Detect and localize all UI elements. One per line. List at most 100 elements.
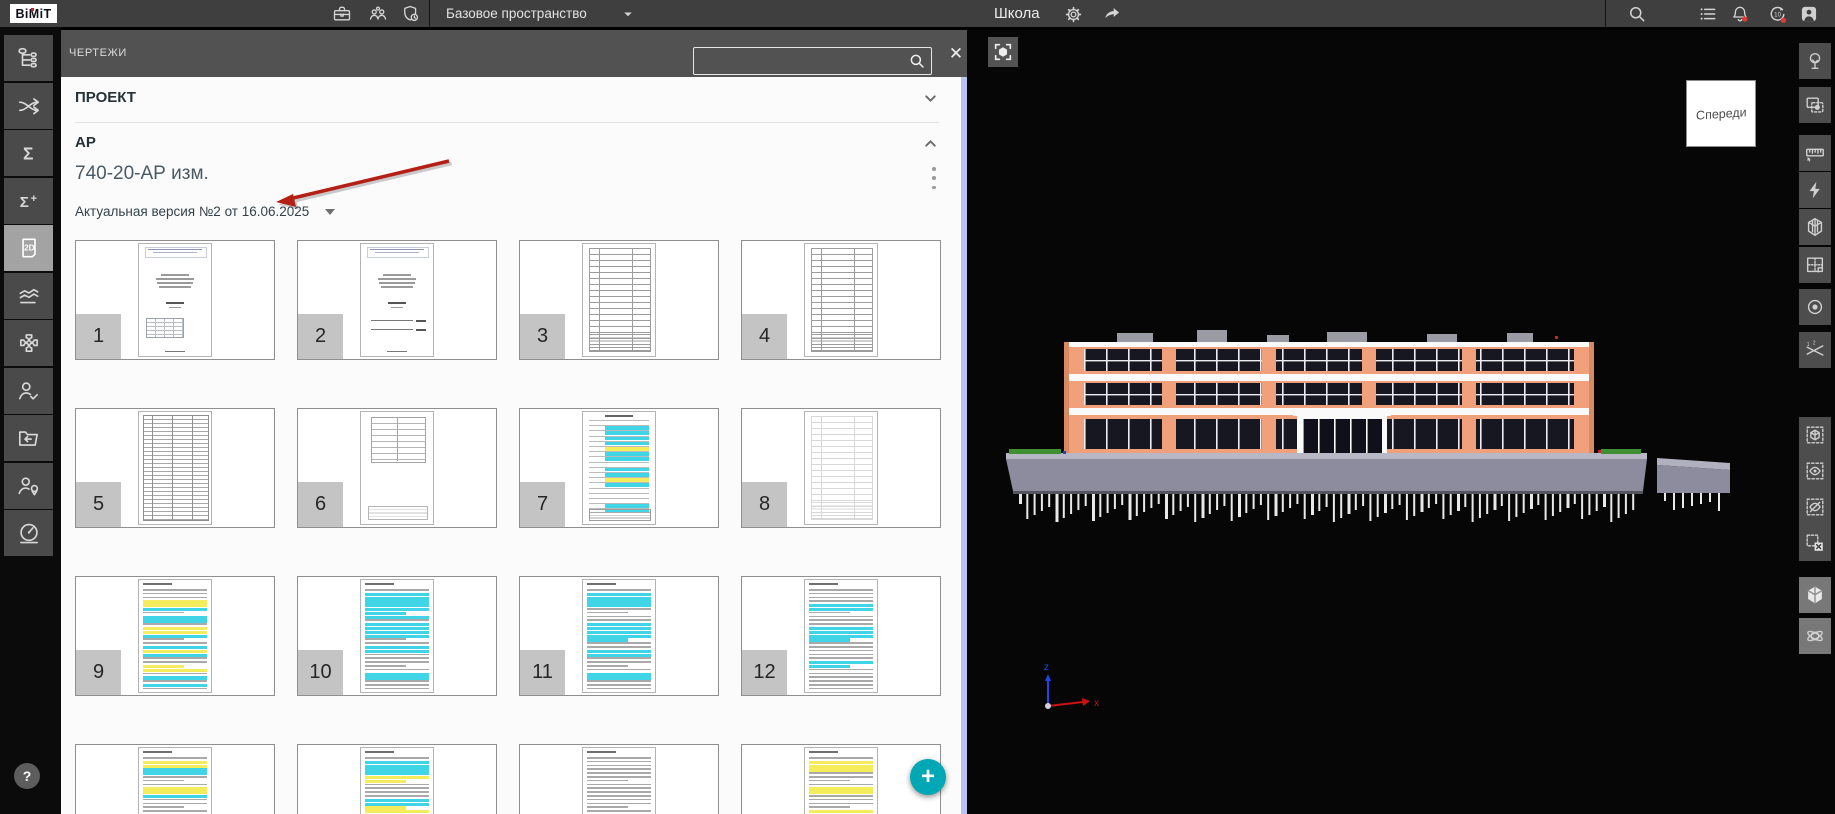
- help-button[interactable]: ?: [14, 763, 40, 789]
- bell-icon[interactable]: [1729, 3, 1751, 25]
- ruler-icon[interactable]: [1799, 135, 1831, 171]
- sidebar-item-dashboard-gauge[interactable]: [4, 510, 53, 556]
- search-icon[interactable]: [908, 52, 926, 70]
- list-icon[interactable]: [1697, 3, 1719, 25]
- caret-down-icon[interactable]: [617, 3, 639, 25]
- isolate-object-icon[interactable]: [1799, 417, 1831, 453]
- section-ar[interactable]: АР: [75, 134, 96, 151]
- page-number-badge: 7: [520, 482, 565, 527]
- drawing-page-preview: [582, 411, 656, 525]
- caret-down-icon: [325, 209, 335, 215]
- show-object-icon[interactable]: [1799, 453, 1831, 489]
- drawing-page-tile[interactable]: 10: [297, 576, 497, 696]
- version-label: Актуальная версия №2 от 16.06.2025: [75, 204, 309, 219]
- help-label: ?: [23, 768, 32, 784]
- sidebar-item-drawings-2d[interactable]: 2D: [4, 225, 53, 271]
- clear-selection-icon[interactable]: [1799, 525, 1831, 561]
- drawing-page-tile[interactable]: 3: [519, 240, 719, 360]
- document-name[interactable]: 740-20-АР изм.: [75, 163, 209, 185]
- sidebar-item-user-approvals[interactable]: [4, 368, 53, 414]
- chevron-down-icon[interactable]: [923, 91, 939, 107]
- drawings-search-box[interactable]: [693, 47, 932, 75]
- drawing-page-tile[interactable]: 7: [519, 408, 719, 528]
- sidebar-item-shared-folder[interactable]: [4, 415, 53, 461]
- sidebar-item-sum[interactable]: Σ: [4, 130, 53, 176]
- sidebar-item-plugins[interactable]: [4, 320, 53, 366]
- shield-clock-icon[interactable]: [400, 3, 422, 25]
- cube-section-icon[interactable]: [1799, 209, 1831, 245]
- drawing-page-tile[interactable]: 9: [75, 576, 275, 696]
- drawing-page-preview: [582, 243, 656, 357]
- capture-region-icon[interactable]: [1799, 87, 1831, 123]
- drawing-page-preview: [138, 243, 212, 357]
- left-sidebar: Σ Σ+ 2D: [0, 27, 61, 814]
- tree-view-icon[interactable]: [1799, 43, 1831, 79]
- drawing-page-tile[interactable]: 15: [519, 744, 719, 814]
- sidebar-item-user-location[interactable]: [4, 463, 53, 509]
- version-selector[interactable]: Актуальная версия №2 от 16.06.2025: [75, 204, 335, 219]
- briefcase-icon[interactable]: [331, 3, 353, 25]
- section-flash-icon[interactable]: [1799, 172, 1831, 208]
- sidebar-item-clash-detection[interactable]: [4, 83, 53, 129]
- project-title: Школа: [994, 0, 1040, 27]
- user-avatar-icon[interactable]: [1798, 3, 1820, 25]
- topbar-divider-right: [1605, 0, 1606, 27]
- gear-icon[interactable]: [1062, 3, 1084, 25]
- sidebar-item-charts[interactable]: [4, 273, 53, 319]
- drawings-search-input[interactable]: [694, 54, 908, 69]
- page-number-badge: 4: [742, 314, 787, 359]
- drawing-page-preview: [804, 411, 878, 525]
- history-icon[interactable]: 10: [1766, 3, 1788, 25]
- section-project[interactable]: ПРОЕКТ: [75, 89, 136, 106]
- add-button[interactable]: +: [910, 759, 946, 795]
- svg-text:2D: 2D: [24, 244, 35, 253]
- drawing-page-tile[interactable]: 6: [297, 408, 497, 528]
- drawing-page-preview: [804, 579, 878, 693]
- divider: [75, 122, 939, 123]
- drawings-panel-header: ЧЕРТЕЖИ ✕: [61, 30, 967, 77]
- shaded-view-icon[interactable]: [1799, 577, 1831, 613]
- sidebar-item-sum-add[interactable]: Σ+: [4, 178, 53, 224]
- history-count: 10: [1774, 11, 1781, 18]
- pages-grid: 12345678910111213141516: [75, 240, 945, 814]
- search-icon[interactable]: [1626, 3, 1648, 25]
- page-number-badge: 6: [298, 482, 343, 527]
- orbit-view-icon[interactable]: [1799, 618, 1831, 654]
- history-badge: [1780, 17, 1785, 22]
- focus-target-icon[interactable]: [1799, 289, 1831, 325]
- share-icon[interactable]: [1101, 3, 1123, 25]
- plan-view-icon[interactable]: [1799, 247, 1831, 283]
- page-number-badge: 10: [298, 650, 343, 695]
- logo-red-dot: [31, 8, 34, 11]
- drawing-page-tile[interactable]: 2: [297, 240, 497, 360]
- drawing-page-tile[interactable]: 13: [75, 744, 275, 814]
- kebab-menu-icon[interactable]: [927, 165, 941, 191]
- drawing-page-tile[interactable]: 4: [741, 240, 941, 360]
- drawing-page-tile[interactable]: 8: [741, 408, 941, 528]
- viewport-3d[interactable]: Спереди z x 12: [967, 30, 1835, 814]
- drawing-page-preview: [360, 411, 434, 525]
- chevron-up-icon[interactable]: [923, 136, 939, 152]
- app-logo[interactable]: BiMiT: [10, 4, 57, 23]
- drawing-page-tile[interactable]: 11: [519, 576, 719, 696]
- close-icon[interactable]: ✕: [945, 43, 967, 65]
- drawing-page-tile[interactable]: 14: [297, 744, 497, 814]
- bell-badge: [1742, 16, 1747, 21]
- axes-grid-icon[interactable]: 12: [1799, 332, 1831, 368]
- drawing-page-tile[interactable]: 12: [741, 576, 941, 696]
- drawings-panel-title: ЧЕРТЕЖИ: [69, 47, 127, 59]
- users-group-icon[interactable]: [367, 3, 389, 25]
- page-number-badge: 8: [742, 482, 787, 527]
- drawing-page-tile[interactable]: 1: [75, 240, 275, 360]
- page-number-badge: 11: [520, 650, 565, 695]
- hide-object-icon[interactable]: [1799, 489, 1831, 525]
- topbar-divider: [429, 0, 430, 27]
- workspace-selector-label[interactable]: Базовое пространство: [446, 0, 587, 27]
- svg-text:Σ: Σ: [23, 144, 33, 164]
- view-cube-front[interactable]: Спереди: [1686, 80, 1756, 147]
- page-number-badge: 9: [76, 650, 121, 695]
- drawing-page-tile[interactable]: 5: [75, 408, 275, 528]
- page-number-badge: 5: [76, 482, 121, 527]
- sidebar-item-model-structure[interactable]: [4, 35, 53, 81]
- focus-model-icon[interactable]: [988, 37, 1018, 67]
